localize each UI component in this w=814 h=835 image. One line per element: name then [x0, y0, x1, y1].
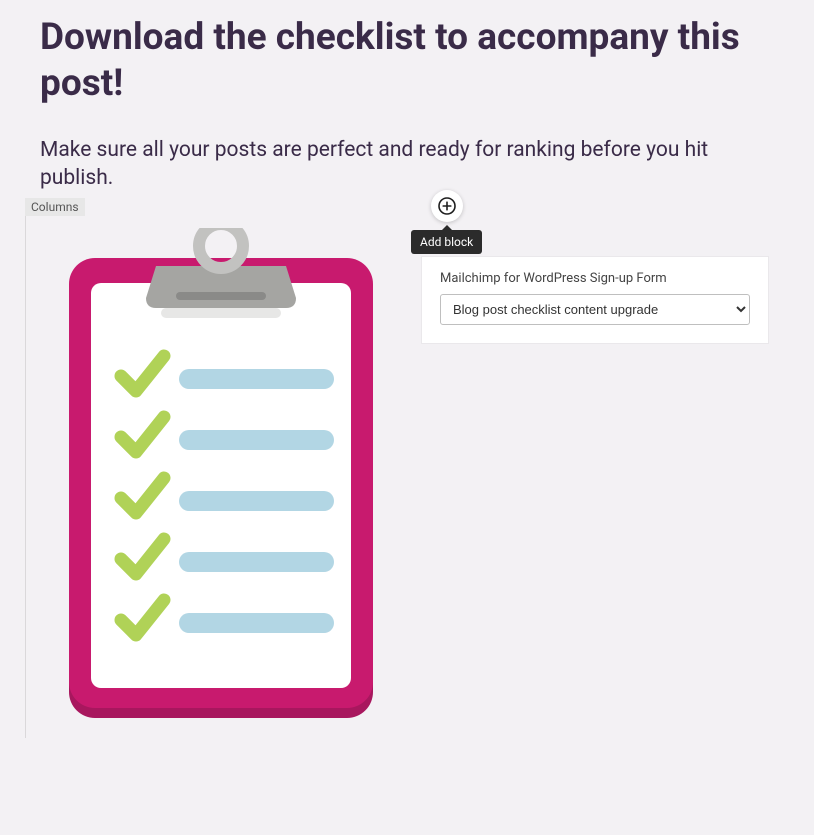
column-right: Add block Mailchimp for WordPress Sign-u… — [401, 216, 774, 738]
add-block-button[interactable] — [431, 190, 463, 222]
page-title: Download the checklist to accompany this… — [40, 15, 774, 108]
add-block-tooltip: Add block — [411, 230, 482, 254]
clipboard-image — [61, 228, 381, 738]
page-subtitle: Make sure all your posts are perfect and… — [40, 136, 774, 193]
plus-circle-icon — [437, 196, 457, 216]
mailchimp-form-block[interactable]: Mailchimp for WordPress Sign-up Form Blo… — [421, 256, 769, 344]
form-select[interactable]: Blog post checklist content upgrade — [440, 294, 750, 325]
columns-block: Columns — [25, 198, 774, 738]
column-left — [41, 216, 401, 738]
form-block-label: Mailchimp for WordPress Sign-up Form — [440, 271, 750, 286]
block-type-label: Columns — [25, 198, 85, 216]
